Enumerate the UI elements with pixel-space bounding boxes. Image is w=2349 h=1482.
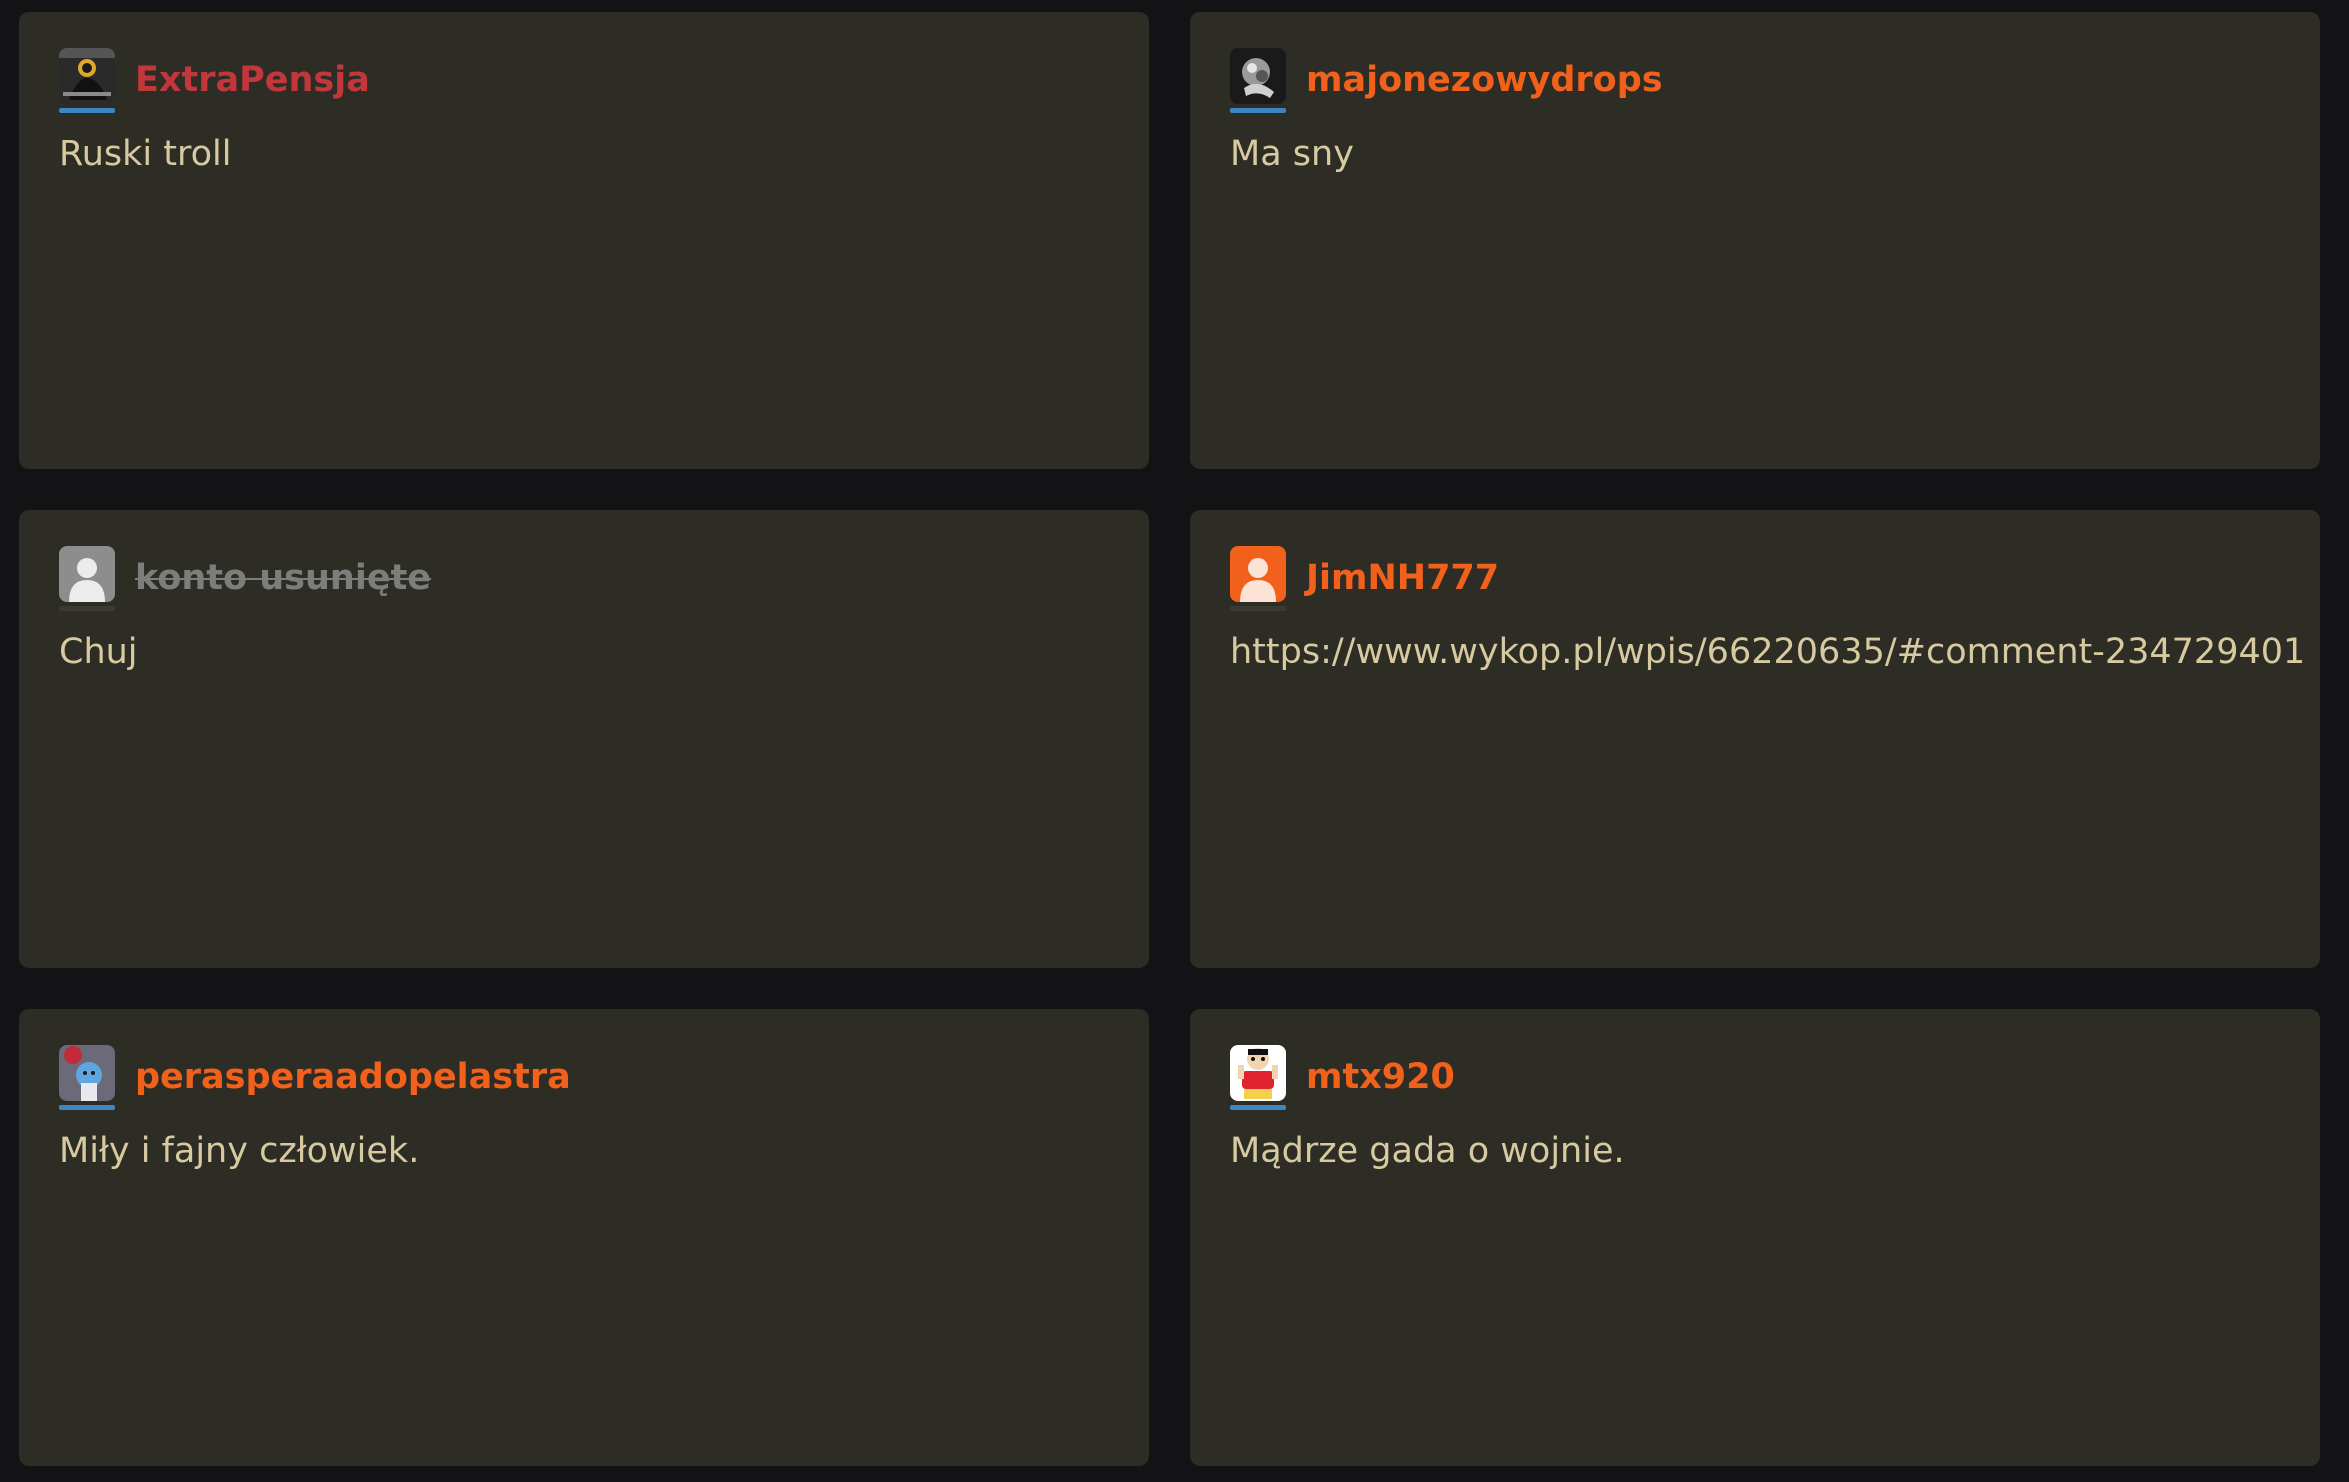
avatar-underline — [1230, 108, 1286, 113]
avatar[interactable] — [59, 1045, 115, 1101]
entry-link[interactable]: https://www.wykop.pl/wpis/66220635/#comm… — [1230, 630, 2305, 676]
author-name[interactable]: perasperaadopelastra — [135, 1059, 571, 1095]
entry-card: mtx920 Mądrze gada o wojnie. — [1190, 1009, 2320, 1466]
entry-card: majonezowydrops Ma sny — [1190, 12, 2320, 469]
avatar-container[interactable] — [59, 546, 115, 611]
entry-text: Chuj — [59, 632, 138, 672]
avatar[interactable] — [1230, 48, 1286, 104]
user-avatar-photo-icon — [59, 1045, 115, 1101]
avatar-container[interactable] — [1230, 48, 1286, 113]
avatar-container[interactable] — [59, 1045, 115, 1110]
author-header[interactable]: JimNH777 — [1230, 546, 2280, 611]
entry-card: JimNH777 https://www.wykop.pl/wpis/66220… — [1190, 510, 2320, 968]
entry-text: Mądrze gada o wojnie. — [1230, 1131, 1625, 1171]
entries-grid: ExtraPensja Ruski troll majonezowydrops — [19, 12, 2320, 1466]
avatar[interactable] — [59, 546, 115, 602]
entry-card: perasperaadopelastra Miły i fajny człowi… — [19, 1009, 1149, 1466]
entry-text: Miły i fajny człowiek. — [59, 1131, 420, 1171]
default-user-icon — [59, 546, 115, 602]
entry-text: Ruski troll — [59, 134, 232, 174]
entry-card: konto usunięte Chuj — [19, 510, 1149, 968]
author-header[interactable]: konto usunięte — [59, 546, 1109, 611]
avatar-container[interactable] — [59, 48, 115, 113]
avatar[interactable] — [1230, 546, 1286, 602]
entry-text: Ma sny — [1230, 134, 1354, 174]
author-header[interactable]: ExtraPensja — [59, 48, 1109, 113]
author-name[interactable]: mtx920 — [1306, 1059, 1455, 1095]
avatar-underline — [59, 606, 115, 611]
avatar-underline — [1230, 1105, 1286, 1110]
user-avatar-photo-icon — [1230, 1045, 1286, 1101]
avatar-underline — [1230, 606, 1286, 611]
avatar-container[interactable] — [1230, 1045, 1286, 1110]
user-avatar-photo-icon — [59, 48, 115, 104]
entry-card: ExtraPensja Ruski troll — [19, 12, 1149, 469]
author-name[interactable]: majonezowydrops — [1306, 62, 1663, 98]
default-user-icon — [1230, 546, 1286, 602]
avatar-underline — [59, 1105, 115, 1110]
avatar[interactable] — [1230, 1045, 1286, 1101]
author-name[interactable]: JimNH777 — [1306, 560, 1499, 596]
avatar[interactable] — [59, 48, 115, 104]
user-avatar-photo-icon — [1230, 48, 1286, 104]
author-header[interactable]: mtx920 — [1230, 1045, 2280, 1110]
author-header[interactable]: majonezowydrops — [1230, 48, 2280, 113]
avatar-container[interactable] — [1230, 546, 1286, 611]
author-name[interactable]: ExtraPensja — [135, 62, 370, 98]
author-header[interactable]: perasperaadopelastra — [59, 1045, 1109, 1110]
author-name[interactable]: konto usunięte — [135, 560, 431, 596]
avatar-underline — [59, 108, 115, 113]
